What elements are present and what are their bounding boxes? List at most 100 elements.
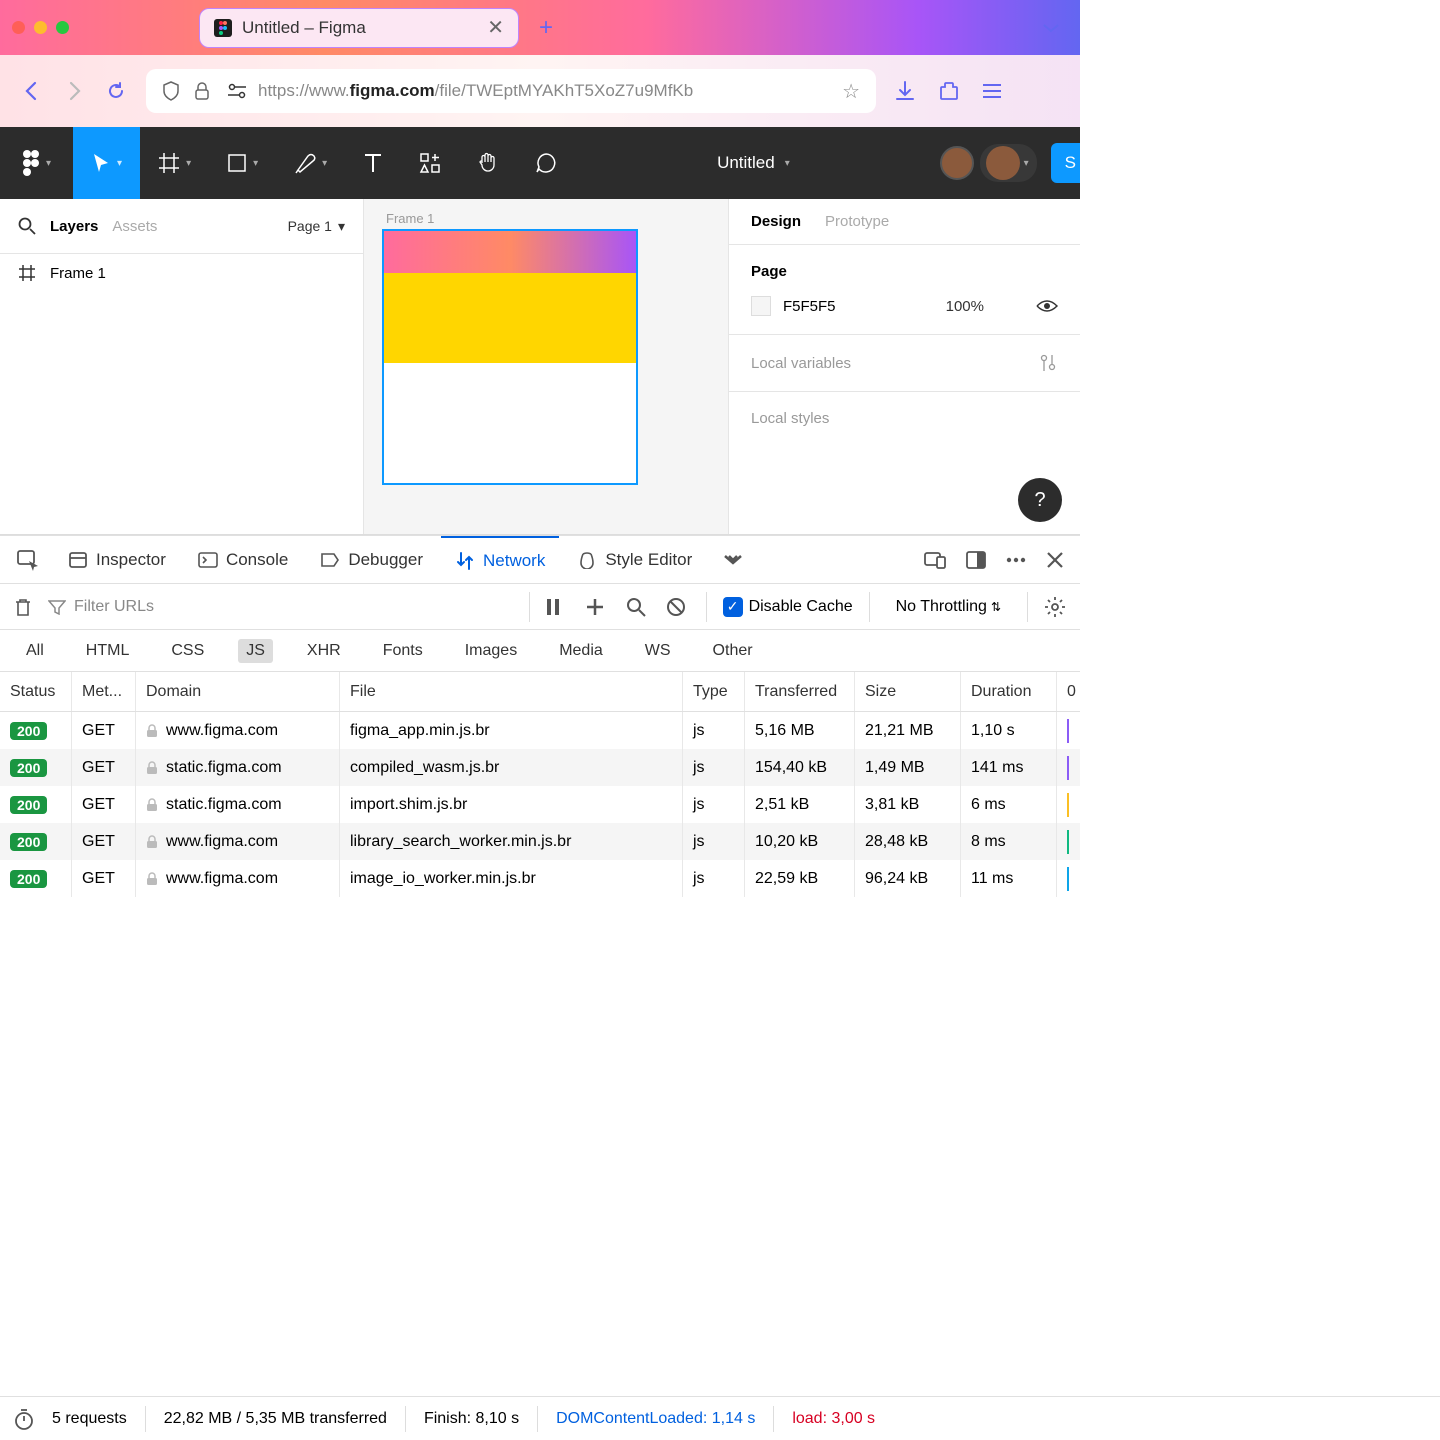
- hand-tool-button[interactable]: [459, 127, 517, 199]
- tab-network[interactable]: Network: [441, 536, 559, 583]
- tab-overflow-icon[interactable]: [710, 553, 756, 567]
- page-selector[interactable]: Page 1 ▾: [288, 218, 345, 235]
- new-tab-button[interactable]: +: [539, 14, 553, 42]
- tab-debugger[interactable]: Debugger: [306, 536, 437, 583]
- devtools-tab-strip: Inspector Console Debugger Network Style…: [0, 536, 1080, 584]
- filter-all[interactable]: All: [18, 639, 52, 663]
- cell-waterfall: [1057, 749, 1079, 786]
- figma-workspace: Layers Assets Page 1 ▾ Frame 1 Frame 1 D…: [0, 199, 1080, 535]
- settings-gear-icon[interactable]: [1044, 596, 1066, 618]
- tab-overflow-button[interactable]: [1042, 22, 1060, 34]
- col-waterfall[interactable]: 0: [1057, 672, 1079, 711]
- local-variables-label[interactable]: Local variables: [751, 355, 851, 372]
- lock-icon: [146, 761, 158, 775]
- move-tool-button[interactable]: ▾: [73, 127, 140, 199]
- search-icon[interactable]: [626, 597, 650, 617]
- filter-input[interactable]: Filter URLs: [48, 598, 513, 616]
- browser-tab-active[interactable]: Untitled – Figma ✕: [199, 8, 519, 48]
- filter-ws[interactable]: WS: [637, 639, 679, 663]
- table-row[interactable]: 200 GET www.figma.com image_io_worker.mi…: [0, 860, 1080, 897]
- table-row[interactable]: 200 GET www.figma.com library_search_wor…: [0, 823, 1080, 860]
- filter-media[interactable]: Media: [551, 639, 611, 663]
- throttling-select[interactable]: No Throttling ⇅: [886, 598, 1011, 616]
- pause-icon[interactable]: [546, 598, 570, 616]
- tab-style-editor[interactable]: Style Editor: [563, 536, 706, 583]
- cell-size: 3,81 kB: [855, 786, 961, 823]
- network-table: Status Met... Domain File Type Transferr…: [0, 672, 1080, 897]
- permissions-icon[interactable]: [226, 83, 246, 99]
- downloads-icon[interactable]: [894, 80, 920, 102]
- tab-title: Untitled – Figma: [242, 18, 477, 38]
- col-type[interactable]: Type: [683, 672, 745, 711]
- share-button[interactable]: S: [1051, 143, 1080, 183]
- document-title[interactable]: Untitled ▾: [705, 153, 802, 173]
- tab-prototype[interactable]: Prototype: [825, 213, 889, 230]
- figma-menu-button[interactable]: ▾: [0, 127, 73, 199]
- add-icon[interactable]: [586, 598, 610, 616]
- user-avatar[interactable]: [940, 146, 974, 180]
- forward-button[interactable]: [62, 79, 86, 103]
- shape-tool-button[interactable]: ▾: [209, 127, 276, 199]
- filter-css[interactable]: CSS: [163, 639, 212, 663]
- address-bar[interactable]: https://www.figma.com/file/TWEptMYAKhT5X…: [146, 69, 876, 113]
- close-window-button[interactable]: [12, 21, 25, 34]
- block-icon[interactable]: [666, 597, 690, 617]
- col-domain[interactable]: Domain: [136, 672, 340, 711]
- filter-other[interactable]: Other: [705, 639, 761, 663]
- table-row[interactable]: 200 GET www.figma.com figma_app.min.js.b…: [0, 712, 1080, 749]
- col-size[interactable]: Size: [855, 672, 961, 711]
- reload-button[interactable]: [104, 79, 128, 103]
- filter-fonts[interactable]: Fonts: [375, 639, 431, 663]
- resources-button[interactable]: [401, 127, 459, 199]
- col-status[interactable]: Status: [0, 672, 72, 711]
- col-file[interactable]: File: [340, 672, 683, 711]
- extensions-icon[interactable]: [938, 80, 964, 102]
- color-swatch[interactable]: [751, 296, 771, 316]
- cell-type: js: [683, 823, 745, 860]
- text-tool-button[interactable]: [345, 127, 401, 199]
- help-button[interactable]: ?: [1018, 478, 1062, 522]
- responsive-mode-icon[interactable]: [924, 551, 946, 569]
- comment-tool-button[interactable]: [517, 127, 575, 199]
- tab-assets[interactable]: Assets: [112, 218, 157, 235]
- tab-design[interactable]: Design: [751, 213, 801, 230]
- minimize-window-button[interactable]: [34, 21, 47, 34]
- col-transferred[interactable]: Transferred: [745, 672, 855, 711]
- close-devtools-icon[interactable]: [1046, 551, 1064, 569]
- tab-inspector[interactable]: Inspector: [54, 536, 180, 583]
- clear-icon[interactable]: [14, 597, 32, 617]
- color-hex[interactable]: F5F5F5: [783, 298, 934, 315]
- multiplayer-avatar-group[interactable]: ▾: [980, 144, 1037, 182]
- pen-tool-button[interactable]: ▾: [276, 127, 345, 199]
- page-section-title: Page: [751, 263, 1058, 280]
- menu-icon[interactable]: [982, 83, 1008, 99]
- filter-js[interactable]: JS: [238, 639, 273, 663]
- canvas[interactable]: Frame 1: [364, 199, 728, 534]
- filter-html[interactable]: HTML: [78, 639, 138, 663]
- disable-cache-checkbox[interactable]: ✓ Disable Cache: [723, 597, 853, 617]
- local-styles-label[interactable]: Local styles: [751, 410, 829, 427]
- visibility-icon[interactable]: [1036, 298, 1058, 314]
- back-button[interactable]: [20, 79, 44, 103]
- col-method[interactable]: Met...: [72, 672, 136, 711]
- color-opacity[interactable]: 100%: [946, 298, 984, 315]
- maximize-window-button[interactable]: [56, 21, 69, 34]
- table-row[interactable]: 200 GET static.figma.com import.shim.js.…: [0, 786, 1080, 823]
- layer-row[interactable]: Frame 1: [0, 254, 363, 292]
- filter-xhr[interactable]: XHR: [299, 639, 349, 663]
- table-row[interactable]: 200 GET static.figma.com compiled_wasm.j…: [0, 749, 1080, 786]
- frame-label[interactable]: Frame 1: [386, 211, 434, 226]
- settings-sliders-icon[interactable]: [1038, 353, 1058, 373]
- dock-mode-icon[interactable]: [966, 551, 986, 569]
- bookmark-star-icon[interactable]: ☆: [842, 79, 860, 104]
- frame[interactable]: [382, 229, 638, 485]
- more-options-icon[interactable]: [1006, 557, 1026, 563]
- filter-images[interactable]: Images: [457, 639, 525, 663]
- tab-layers[interactable]: Layers: [50, 218, 98, 235]
- close-tab-icon[interactable]: ✕: [487, 15, 504, 40]
- element-picker-icon[interactable]: [6, 549, 50, 571]
- frame-tool-button[interactable]: ▾: [140, 127, 209, 199]
- tab-console[interactable]: Console: [184, 536, 302, 583]
- search-icon[interactable]: [18, 217, 36, 235]
- col-duration[interactable]: Duration: [961, 672, 1057, 711]
